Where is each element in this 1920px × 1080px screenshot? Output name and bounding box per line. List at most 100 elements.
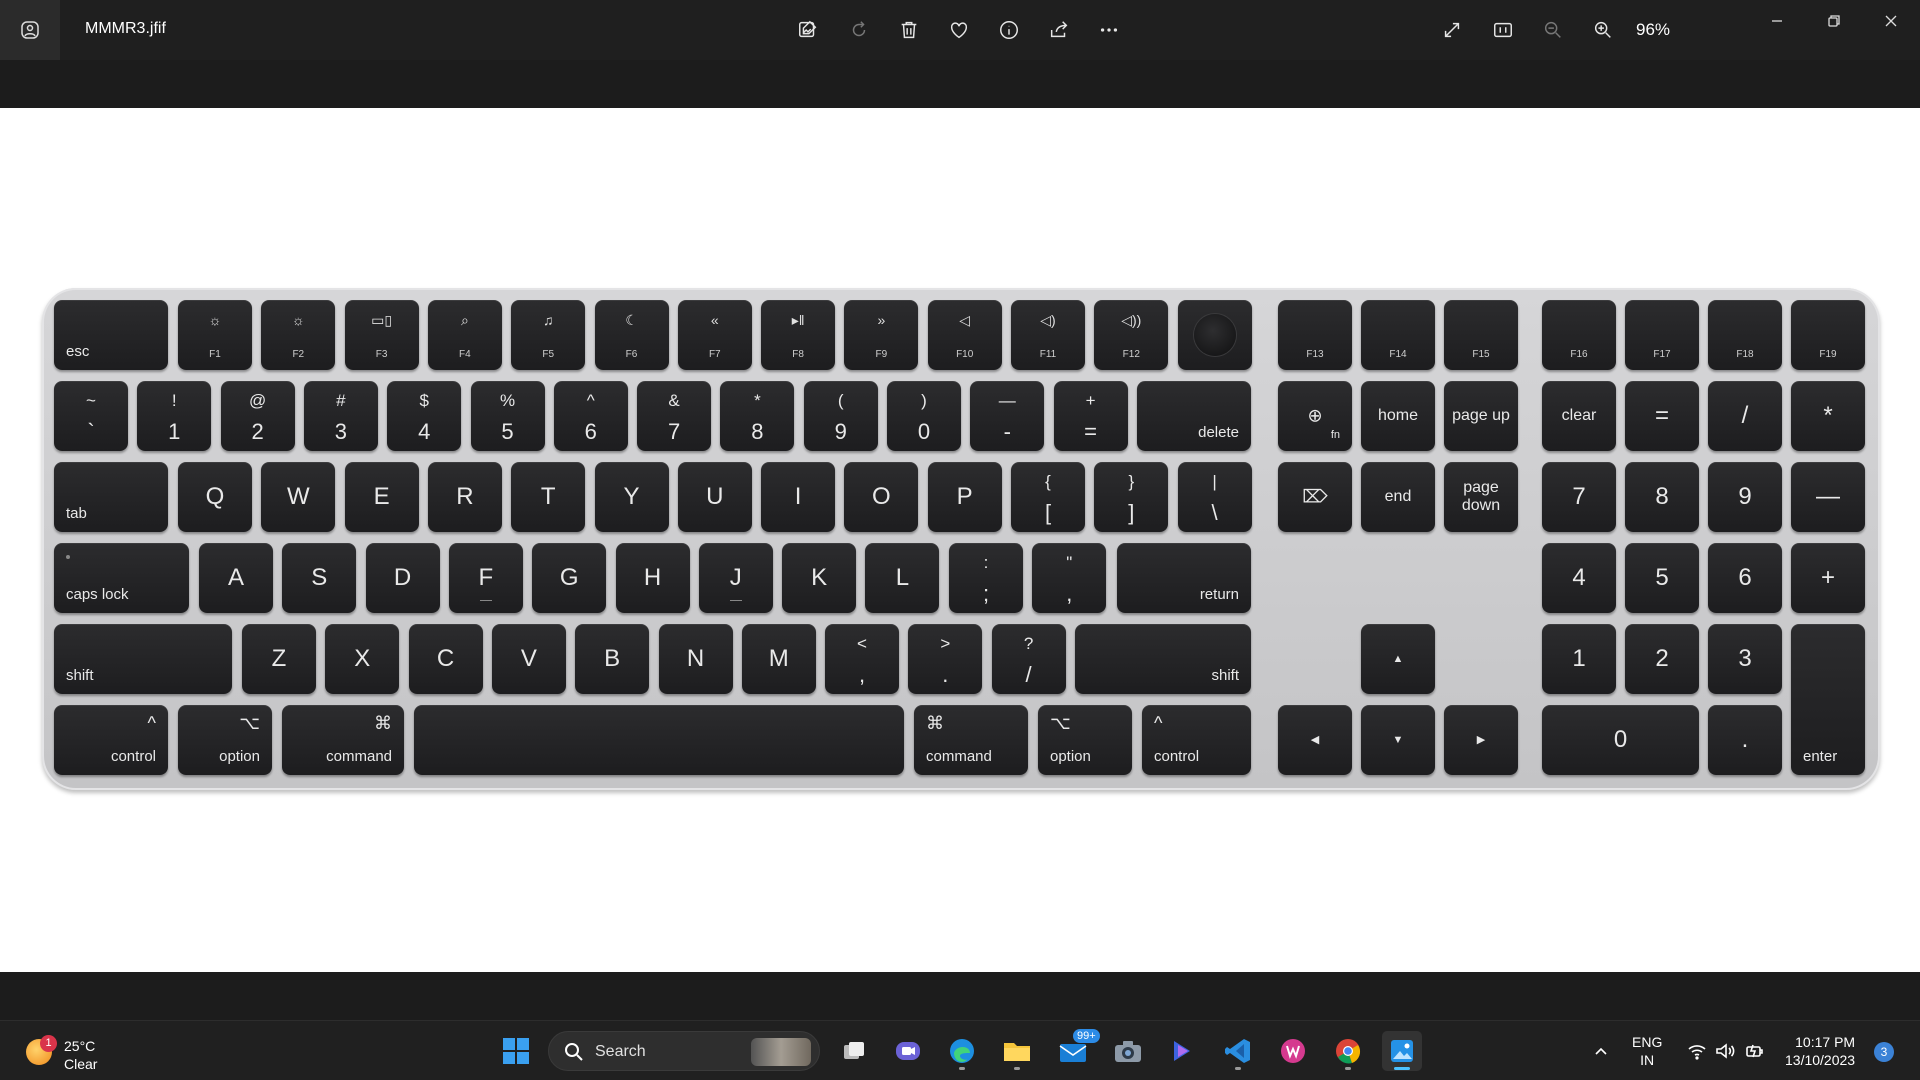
key-letter: J xyxy=(698,543,773,613)
battery-charging-icon[interactable] xyxy=(1744,1040,1766,1062)
edit-image-icon[interactable] xyxy=(792,14,824,46)
key-label: fn xyxy=(1330,429,1340,441)
key-letter: T xyxy=(511,462,586,532)
key-label: 0 xyxy=(1613,726,1628,753)
close-icon xyxy=(1885,15,1897,27)
key-f8: ▸‖ F8 xyxy=(761,300,836,370)
file-explorer-app[interactable] xyxy=(997,1031,1037,1071)
key-label: 5 xyxy=(1655,564,1669,591)
teams-chat-app[interactable] xyxy=(888,1031,928,1071)
notification-badge[interactable]: 3 xyxy=(1874,1042,1894,1062)
zoom-level[interactable]: 96% xyxy=(1636,20,1670,40)
key-letter: U xyxy=(677,462,752,532)
key-label: 7 xyxy=(1572,483,1586,510)
show-hidden-icons-chevron-icon[interactable] xyxy=(1590,1040,1612,1062)
key-letter: V xyxy=(491,624,566,694)
volume-icon[interactable] xyxy=(1714,1040,1736,1062)
delete-icon[interactable] xyxy=(893,14,925,46)
region-code: IN xyxy=(1640,1052,1655,1068)
photos-app[interactable] xyxy=(1382,1031,1422,1071)
minimize-button[interactable] xyxy=(1754,6,1800,36)
key-label: shift xyxy=(66,667,94,684)
wifi-icon[interactable] xyxy=(1686,1040,1708,1062)
keyboard-photo: esc ☼ F1 ☼ F2 ▭▯ F3 ⌕ F4 ♫ F5 ☾ F6 «F7 ▸‖ F8» F9 ◁ F10 ◁) F1… xyxy=(42,288,1880,790)
key-label: command xyxy=(926,748,992,765)
zoom-in-icon[interactable] xyxy=(1587,14,1619,46)
key-label: end xyxy=(1384,488,1412,505)
key-numpad-minus: — xyxy=(1791,462,1865,532)
key-label: C xyxy=(436,645,455,672)
system-clock[interactable]: 10:17 PM 13/10/2023 xyxy=(1785,1033,1855,1080)
key-punctuation: >. xyxy=(908,624,983,694)
key-label: / xyxy=(1025,662,1032,687)
edge-app[interactable] xyxy=(942,1031,982,1071)
key-label: \ xyxy=(1211,500,1218,525)
actual-size-icon[interactable] xyxy=(1487,14,1519,46)
key-label: Q xyxy=(205,483,225,510)
copilot-app[interactable] xyxy=(1162,1031,1202,1071)
key-home: home xyxy=(1361,381,1435,451)
chrome-app[interactable] xyxy=(1328,1031,1368,1071)
search-highlight-image xyxy=(751,1038,811,1066)
key-label: F12 xyxy=(1122,349,1140,360)
key-shift-label: ! xyxy=(171,391,177,410)
image-viewer[interactable]: esc ☼ F1 ☼ F2 ▭▯ F3 ⌕ F4 ♫ F5 ☾ F6 «F7 ▸‖ F8» F9 ◁ F10 ◁) F1… xyxy=(0,60,1920,1030)
key-letter: L xyxy=(865,543,940,613)
key-bracket: {[ xyxy=(1011,462,1085,532)
key-f5: ♫ F5 xyxy=(511,300,586,370)
share-icon[interactable] xyxy=(1043,14,1075,46)
key-label: 1 xyxy=(1572,645,1586,672)
command-symbol: ⌘ xyxy=(374,713,392,733)
key-label: I xyxy=(794,483,802,510)
key-label: page down xyxy=(1461,479,1501,514)
app-menu-button[interactable] xyxy=(0,0,60,60)
key-label: 3 xyxy=(1738,645,1752,672)
key-label: , xyxy=(1066,581,1073,606)
close-button[interactable] xyxy=(1868,6,1914,36)
key-label: F18 xyxy=(1736,349,1754,360)
key-shift-right: shift xyxy=(1075,624,1251,694)
weather-widget[interactable]: 1 25°C Clear xyxy=(22,1029,112,1073)
zoom-out-icon[interactable] xyxy=(1537,14,1569,46)
language-indicator[interactable]: ENG IN xyxy=(1632,1033,1662,1080)
rotate-icon[interactable] xyxy=(843,14,875,46)
key-label: V xyxy=(520,645,537,672)
key-letter: Q xyxy=(178,462,252,532)
function-key-icon: ▸‖ xyxy=(791,312,805,328)
task-view-button[interactable] xyxy=(834,1031,874,1071)
fit-to-window-icon[interactable] xyxy=(1436,14,1468,46)
key-label: W xyxy=(286,483,310,510)
chrome-icon xyxy=(1336,1039,1361,1064)
key-shift-label: & xyxy=(668,391,680,410)
favorite-icon[interactable] xyxy=(943,14,975,46)
arrow-right-icon: ▶ xyxy=(1476,734,1486,746)
key-label: 9 xyxy=(834,419,847,444)
camera-icon xyxy=(1115,1041,1141,1062)
taskbar: 1 25°C Clear Search 99+ ENG IN 10:17 PM … xyxy=(0,1020,1920,1080)
key-shift-label: ? xyxy=(1023,634,1034,653)
wps-office-app[interactable] xyxy=(1273,1031,1313,1071)
key-shift-label: ) xyxy=(921,391,927,410)
key-label: F19 xyxy=(1819,349,1837,360)
camera-app[interactable] xyxy=(1108,1031,1148,1071)
mail-badge: 99+ xyxy=(1073,1029,1100,1043)
restore-button[interactable] xyxy=(1811,6,1857,36)
key-f16: F16 xyxy=(1542,300,1616,370)
key-numpad-6: 6 xyxy=(1708,543,1782,613)
restore-icon xyxy=(1828,15,1840,27)
info-icon[interactable] xyxy=(993,14,1025,46)
key-label: S xyxy=(311,564,328,591)
more-icon[interactable] xyxy=(1093,14,1125,46)
start-button[interactable] xyxy=(496,1031,536,1071)
key-arrow-down: ▼ xyxy=(1361,705,1435,775)
key-numpad-0: 0 xyxy=(1542,705,1699,775)
vscode-app[interactable] xyxy=(1218,1031,1258,1071)
taskbar-search[interactable]: Search xyxy=(548,1031,820,1071)
mail-app[interactable]: 99+ xyxy=(1053,1029,1100,1071)
key-f4: ⌕ F4 xyxy=(427,300,502,370)
key-label: home xyxy=(1377,407,1419,424)
key-numpad-7: 7 xyxy=(1542,462,1616,532)
key-label: F16 xyxy=(1570,349,1588,360)
key-letter: O xyxy=(844,462,919,532)
displayed-image[interactable]: esc ☼ F1 ☼ F2 ▭▯ F3 ⌕ F4 ♫ F5 ☾ F6 «F7 ▸‖ F8» F9 ◁ F10 ◁) F1… xyxy=(0,108,1920,972)
